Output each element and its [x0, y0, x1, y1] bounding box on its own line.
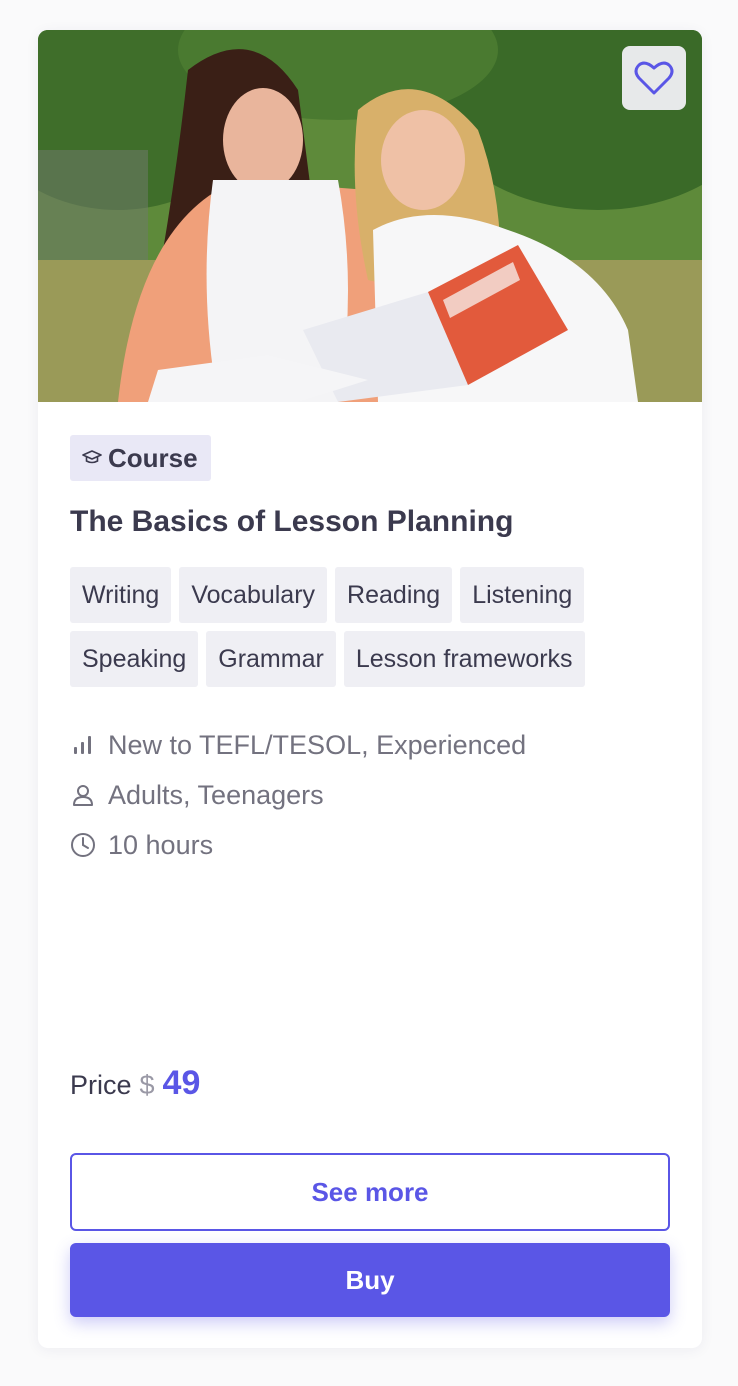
clock-icon: [70, 832, 96, 858]
level-bars-icon: [70, 732, 96, 758]
buy-button[interactable]: Buy: [70, 1243, 670, 1317]
meta-duration-text: 10 hours: [108, 829, 214, 860]
tag: Lesson frameworks: [343, 631, 585, 687]
tag: Writing: [70, 567, 172, 623]
tag: Grammar: [206, 631, 336, 687]
course-image: [38, 30, 702, 402]
course-type-label: Course: [108, 442, 198, 473]
see-more-button[interactable]: See more: [70, 1153, 670, 1231]
tag: Reading: [335, 567, 453, 623]
price-value: 49: [162, 1064, 201, 1102]
favorite-button[interactable]: [622, 46, 686, 110]
meta-audience: Adults, Teenagers: [70, 770, 670, 820]
graduation-cap-icon: [82, 450, 102, 464]
course-title: The Basics of Lesson Planning: [70, 505, 514, 538]
course-card: Course The Basics of Lesson Planning Wri…: [38, 30, 702, 1348]
meta-level: New to TEFL/TESOL, Experienced: [70, 720, 670, 770]
price-currency: $: [139, 1070, 155, 1100]
user-icon: [70, 782, 96, 808]
meta-duration: 10 hours: [70, 820, 670, 870]
tag: Vocabulary: [179, 567, 328, 623]
tag: Speaking: [70, 631, 199, 687]
tag: Listening: [460, 567, 585, 623]
course-type-badge: Course: [70, 435, 211, 481]
meta-audience-text: Adults, Teenagers: [108, 779, 324, 810]
tag-list: Writing Vocabulary Reading Listening Spe…: [70, 567, 670, 687]
meta-level-text: New to TEFL/TESOL, Experienced: [108, 729, 527, 760]
heart-icon: [634, 61, 674, 95]
course-meta: New to TEFL/TESOL, Experienced Adults, T…: [70, 720, 670, 870]
price-label: Price: [70, 1070, 132, 1100]
price: Price $ 49: [70, 1064, 200, 1103]
